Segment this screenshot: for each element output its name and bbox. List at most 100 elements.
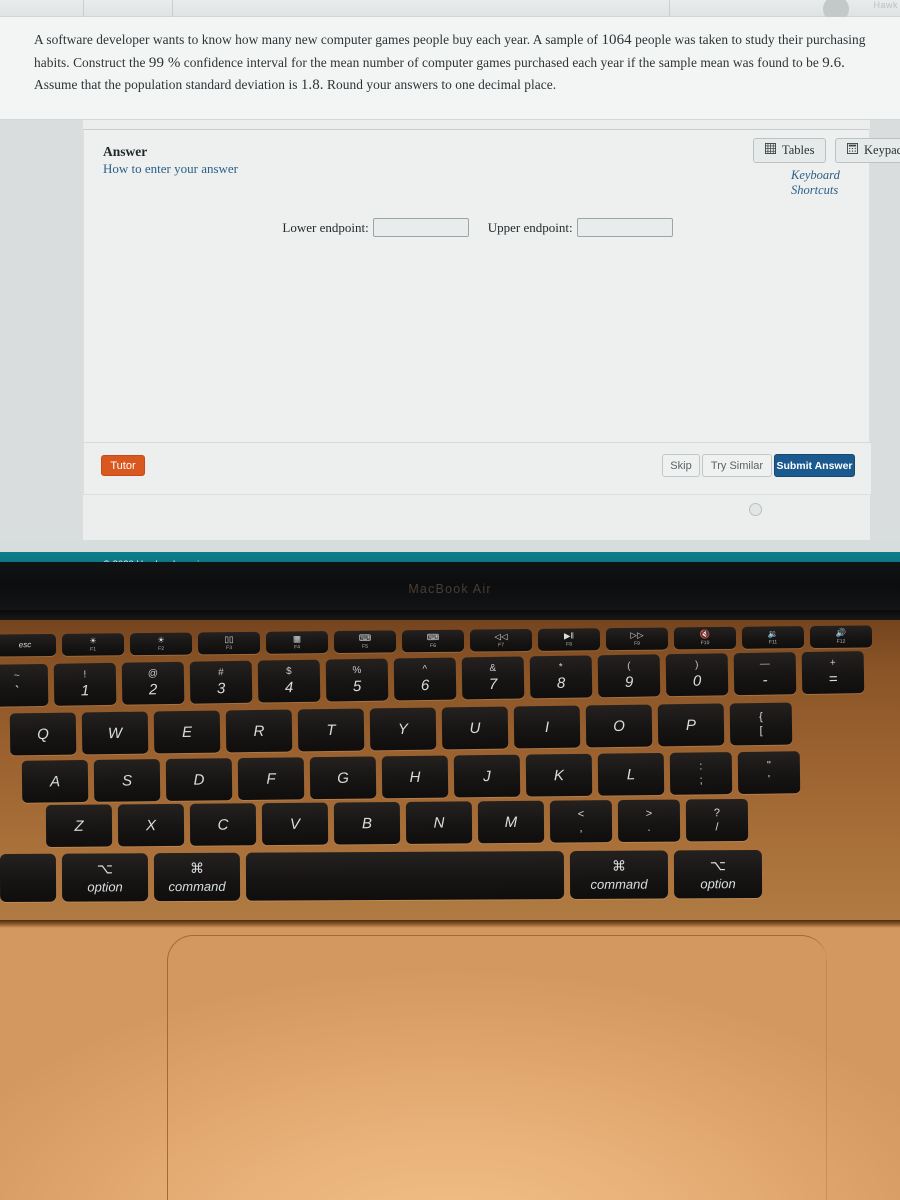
lower-endpoint-input[interactable] bbox=[372, 218, 469, 237]
key-g[interactable]: G bbox=[309, 756, 377, 800]
calculator-icon bbox=[847, 143, 858, 158]
key-8[interactable]: * 8 bbox=[529, 655, 593, 699]
key-f11[interactable]: 🔉 F11 bbox=[741, 626, 805, 649]
key-j[interactable]: J bbox=[453, 754, 521, 798]
lower-endpoint-label: Lower endpoint: bbox=[282, 219, 369, 235]
key-v[interactable]: V bbox=[261, 802, 329, 846]
key-r[interactable]: R bbox=[225, 709, 293, 753]
key-f[interactable]: F bbox=[237, 757, 305, 801]
key-d[interactable]: D bbox=[165, 758, 233, 801]
key-l[interactable]: L bbox=[597, 752, 665, 796]
key-f4[interactable]: ▦ F4 bbox=[265, 631, 329, 654]
key-5[interactable]: % 5 bbox=[325, 658, 389, 702]
key-f2[interactable]: ☀ F2 bbox=[129, 632, 193, 656]
submit-answer-button[interactable]: Submit Answer bbox=[774, 454, 855, 477]
upper-endpoint-input[interactable] bbox=[576, 218, 673, 237]
key-7[interactable]: & 7 bbox=[461, 656, 525, 700]
question-text-part-3: confidence interval for the mean number … bbox=[180, 54, 823, 70]
browser-chrome: Hawk bbox=[0, 0, 900, 22]
key-f3[interactable]: ▯▯ F3 bbox=[197, 631, 261, 655]
how-to-enter-answer-link[interactable]: How to enter your answer bbox=[103, 161, 238, 177]
key-k[interactable]: K bbox=[525, 753, 593, 797]
key-h[interactable]: H bbox=[381, 755, 449, 799]
key-f10[interactable]: 🔇 F10 bbox=[673, 626, 737, 650]
key-e[interactable]: E bbox=[153, 710, 221, 754]
browser-tab-1[interactable] bbox=[0, 0, 84, 17]
key-c[interactable]: C bbox=[189, 803, 257, 846]
key-6[interactable]: ^ 6 bbox=[393, 657, 457, 701]
key-n[interactable]: N bbox=[405, 801, 473, 844]
key-f12[interactable]: 🔊 F12 bbox=[809, 625, 873, 649]
laptop-palmrest bbox=[0, 920, 900, 1200]
key-9[interactable]: (9 bbox=[597, 654, 661, 698]
key-option-right[interactable]: ⌥ option bbox=[673, 850, 763, 899]
question-sample-mean: 9.6. bbox=[822, 54, 845, 71]
key-3[interactable]: #3 bbox=[189, 660, 253, 704]
action-bar: Tutor Skip Try Similar Submit Answer bbox=[84, 442, 871, 494]
key-b[interactable]: B bbox=[333, 801, 401, 845]
tutor-button[interactable]: Tutor bbox=[101, 455, 145, 476]
key-q[interactable]: Q bbox=[9, 712, 77, 756]
palmrest-shadow bbox=[0, 920, 900, 928]
question-text: A software developer wants to know how m… bbox=[34, 29, 886, 97]
keypad-button[interactable]: Keypad bbox=[835, 138, 900, 163]
key-option-left[interactable]: ⌥ option bbox=[61, 853, 149, 902]
upper-endpoint-group: Upper endpoint: bbox=[488, 218, 673, 237]
try-similar-button[interactable]: Try Similar bbox=[702, 454, 772, 477]
laptop-screen: Hawk A software developer wants to know … bbox=[0, 0, 900, 562]
key-esc[interactable]: esc bbox=[0, 633, 57, 657]
tables-button-label: Tables bbox=[782, 143, 815, 157]
key-m[interactable]: M bbox=[477, 800, 545, 844]
key-o[interactable]: O bbox=[585, 704, 653, 748]
key-s[interactable]: S bbox=[93, 759, 161, 802]
key-f6[interactable]: ⌨ F6 bbox=[401, 629, 465, 653]
key-t[interactable]: T bbox=[297, 708, 365, 752]
key-2[interactable]: @2 bbox=[121, 661, 185, 705]
skip-button[interactable]: Skip bbox=[662, 454, 700, 477]
key-punct-home-0[interactable]: :; bbox=[669, 752, 733, 795]
key-w[interactable]: W bbox=[81, 711, 149, 755]
key-1[interactable]: ! 1 bbox=[53, 662, 117, 706]
trackpad[interactable] bbox=[167, 935, 827, 1200]
key-u[interactable]: U bbox=[441, 706, 509, 750]
key-f9[interactable]: ▷▷ F9 bbox=[605, 627, 669, 651]
key-x[interactable]: X bbox=[117, 803, 185, 847]
keyboard-shortcuts-link[interactable]: Keyboard Shortcuts bbox=[791, 168, 869, 198]
key-punct-bottom-0[interactable]: <, bbox=[549, 800, 613, 843]
key-f8[interactable]: ▶‖ F8 bbox=[537, 628, 601, 651]
key-command-right[interactable]: ⌘ command bbox=[569, 850, 669, 900]
key-space[interactable] bbox=[245, 851, 565, 901]
endpoint-row: Lower endpoint: Upper endpoint: bbox=[84, 218, 871, 237]
key-f1[interactable]: ☀ F1 bbox=[61, 633, 125, 656]
key-punct-bottom-2[interactable]: ? / bbox=[685, 798, 749, 842]
key-`[interactable]: ~ ` bbox=[0, 663, 49, 707]
key-bracket-left[interactable]: {[ bbox=[729, 702, 793, 746]
key-i[interactable]: I bbox=[513, 705, 581, 749]
question-band: A software developer wants to know how m… bbox=[0, 17, 900, 120]
bottom-letter-key-row: Z X C V B N M <, >.? / bbox=[45, 798, 749, 848]
key-control-left[interactable] bbox=[0, 853, 57, 902]
number-key-row: ~ `! 1 @2 #3 $4% 5 ^ 6 & 7 * 8(9) 0— - + = bbox=[0, 651, 865, 707]
key-command-left[interactable]: ⌘ command bbox=[153, 852, 241, 902]
browser-tab-2[interactable] bbox=[85, 0, 173, 17]
browser-tab-3[interactable] bbox=[555, 0, 670, 17]
tables-button[interactable]: Tables bbox=[753, 138, 827, 163]
key-punct-bottom-1[interactable]: >. bbox=[617, 799, 681, 843]
grid-table-icon bbox=[765, 143, 776, 158]
key-f7[interactable]: ◁◁ F7 bbox=[469, 628, 533, 652]
key-y[interactable]: Y bbox=[369, 707, 437, 751]
key-=[interactable]: + = bbox=[801, 651, 865, 695]
key-4[interactable]: $4 bbox=[257, 659, 321, 703]
laptop-keyboard: esc ☀ F1 ☀ F2 ▯▯ F3 ▦ F4 ⌨ F5 ⌨ F6 ◁◁ F7 ▶‖ F8 ▷▷ F9 🔇 F10 🔉 F… bbox=[0, 620, 900, 920]
home-key-row: A S D F G H J K L:; " ' bbox=[21, 751, 801, 803]
key-f5[interactable]: ⌨ F5 bbox=[333, 630, 397, 654]
key-z[interactable]: Z bbox=[45, 804, 113, 848]
answer-card: Answer How to enter your answer Tables K… bbox=[83, 129, 900, 495]
upper-endpoint-label: Upper endpoint: bbox=[487, 219, 573, 235]
key-punct-home-1[interactable]: " ' bbox=[737, 751, 801, 795]
key-p[interactable]: P bbox=[657, 703, 725, 747]
key-0[interactable]: ) 0 bbox=[665, 653, 729, 697]
key--[interactable]: — - bbox=[733, 652, 797, 696]
web-page: A software developer wants to know how m… bbox=[0, 17, 900, 562]
key-a[interactable]: A bbox=[21, 759, 89, 803]
